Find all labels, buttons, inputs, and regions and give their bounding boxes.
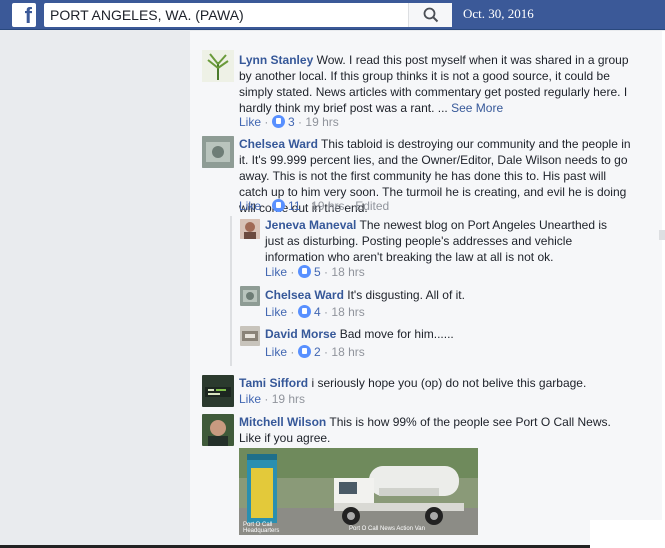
- timestamp[interactable]: 19 hrs: [305, 115, 338, 129]
- comment-text: Jeneva Maneval The newest blog on Port A…: [265, 217, 627, 265]
- like-link[interactable]: Like: [265, 305, 287, 319]
- like-reaction-icon[interactable]: [297, 345, 311, 358]
- like-link[interactable]: Like: [265, 265, 287, 279]
- comment-actions: Like · 3 · 19 hrs: [239, 115, 339, 129]
- attached-image[interactable]: Port O Call Headquarters Port O Call New…: [239, 448, 478, 535]
- timestamp[interactable]: 18 hrs: [331, 305, 364, 319]
- comment-actions: Like · 19 hrs: [239, 392, 306, 406]
- like-reaction-icon[interactable]: [271, 115, 285, 128]
- timestamp[interactable]: 19 hrs: [311, 199, 344, 213]
- edited-label[interactable]: Edited: [355, 199, 389, 213]
- comment-author[interactable]: Lynn Stanley: [239, 53, 313, 67]
- comment-body: i seriously hope you (op) do not belive …: [311, 376, 587, 390]
- image-caption-left: Port O Call Headquarters: [243, 522, 280, 534]
- comment-author[interactable]: David Morse: [265, 327, 336, 341]
- comment-actions: Like · 4 · 18 hrs: [265, 305, 365, 319]
- like-count[interactable]: 11: [288, 199, 300, 213]
- search-button[interactable]: [408, 3, 452, 27]
- avatar[interactable]: [202, 375, 234, 407]
- like-reaction-icon[interactable]: [271, 199, 285, 212]
- avatar[interactable]: [202, 50, 234, 82]
- comment-actions: Like · 11 · 19 hrs · Edited: [239, 199, 390, 213]
- like-count[interactable]: 3: [288, 115, 295, 129]
- bottom-corner: [590, 520, 665, 548]
- comment-author[interactable]: Chelsea Ward: [265, 288, 344, 302]
- comment-author[interactable]: Tami Sifford: [239, 376, 308, 390]
- reply-thread-line: [230, 216, 232, 366]
- comment-actions: Like · 5 · 18 hrs: [265, 265, 365, 279]
- comment-text: David Morse Bad move for him......: [265, 326, 625, 342]
- like-count[interactable]: 2: [314, 345, 321, 359]
- like-link[interactable]: Like: [239, 115, 261, 129]
- avatar[interactable]: [240, 286, 260, 306]
- date-annotation: Oct. 30, 2016: [463, 6, 534, 21]
- comment-author[interactable]: Jeneva Maneval: [265, 218, 356, 232]
- like-reaction-icon[interactable]: [297, 265, 311, 278]
- facebook-logo-icon[interactable]: f: [12, 3, 36, 28]
- search-icon: [423, 7, 439, 23]
- avatar[interactable]: [240, 219, 260, 239]
- comment-text: Tami Sifford i seriously hope you (op) d…: [239, 375, 631, 391]
- like-count[interactable]: 4: [314, 305, 321, 319]
- comment-body: Bad move for him......: [339, 327, 454, 341]
- search-input[interactable]: PORT ANGELES, WA. (PAWA): [44, 3, 452, 27]
- timestamp[interactable]: 18 hrs: [331, 265, 364, 279]
- timestamp[interactable]: 18 hrs: [331, 345, 364, 359]
- image-caption-right: Port O Call News Action Van: [349, 526, 425, 532]
- comment-body: It's disgusting. All of it.: [347, 288, 465, 302]
- avatar[interactable]: [202, 414, 234, 446]
- like-count[interactable]: 5: [314, 265, 321, 279]
- left-background: [0, 31, 190, 548]
- comment-actions: Like · 2 · 18 hrs: [265, 345, 365, 359]
- like-link[interactable]: Like: [239, 199, 261, 213]
- see-more-link[interactable]: See More: [451, 101, 503, 115]
- avatar[interactable]: [202, 136, 234, 168]
- scrollbar-thumb[interactable]: [659, 230, 665, 240]
- top-bar: f PORT ANGELES, WA. (PAWA) Oct. 30, 2016: [0, 0, 665, 30]
- comment-text: Mitchell Wilson This is how 99% of the p…: [239, 414, 629, 446]
- comment-author[interactable]: Chelsea Ward: [239, 137, 318, 151]
- timestamp[interactable]: 19 hrs: [272, 392, 305, 406]
- like-reaction-icon[interactable]: [297, 305, 311, 318]
- avatar[interactable]: [240, 326, 260, 346]
- comment-text: Chelsea Ward It's disgusting. All of it.: [265, 287, 625, 303]
- like-link[interactable]: Like: [239, 392, 261, 406]
- comment-text: Lynn Stanley Wow. I read this post mysel…: [239, 52, 629, 116]
- like-link[interactable]: Like: [265, 345, 287, 359]
- comment-author[interactable]: Mitchell Wilson: [239, 415, 326, 429]
